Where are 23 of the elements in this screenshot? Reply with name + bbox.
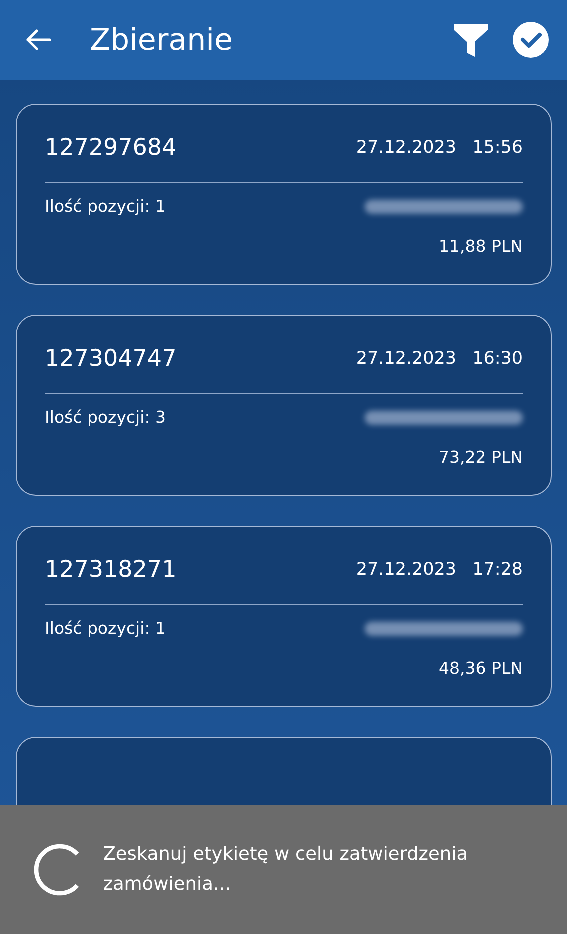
order-date: 27.12.2023 [356, 137, 457, 160]
order-number: 127297684 [45, 134, 178, 163]
order-date: 27.12.2023 [356, 348, 457, 372]
item-count: Ilość pozycji: 1 [45, 618, 166, 640]
confirm-button[interactable] [513, 22, 549, 58]
order-time: 15:56 [472, 137, 523, 160]
snackbar-message: Zeskanuj etykietę w celu zatwierdzenia zamówienia... [103, 842, 470, 896]
screen-title: Zbieranie [90, 22, 234, 60]
order-card[interactable]: 127297684 27.12.2023 15:56 Ilość pozycji: 1 11,88 PLN [16, 104, 552, 285]
order-time: 16:30 [472, 348, 523, 372]
order-number: 127304747 [45, 345, 178, 374]
order-time: 17:28 [472, 559, 523, 582]
order-date: 27.12.2023 [356, 559, 457, 582]
order-total: 48,36 PLN [439, 658, 523, 680]
item-count: Ilość pozycji: 1 [45, 196, 166, 218]
order-number: 127318271 [45, 556, 178, 585]
order-card[interactable]: 127304747 27.12.2023 16:30 Ilość pozycji: 3 73,22 PLN [16, 315, 552, 496]
back-button[interactable] [24, 28, 52, 52]
order-card[interactable]: 127318271 27.12.2023 17:28 Ilość pozycji: 1 48,36 PLN [16, 526, 552, 707]
item-count: Ilość pozycji: 3 [45, 406, 166, 428]
filter-button[interactable] [453, 22, 489, 58]
order-total: 73,22 PLN [439, 447, 523, 470]
order-total: 11,88 PLN [439, 236, 523, 258]
